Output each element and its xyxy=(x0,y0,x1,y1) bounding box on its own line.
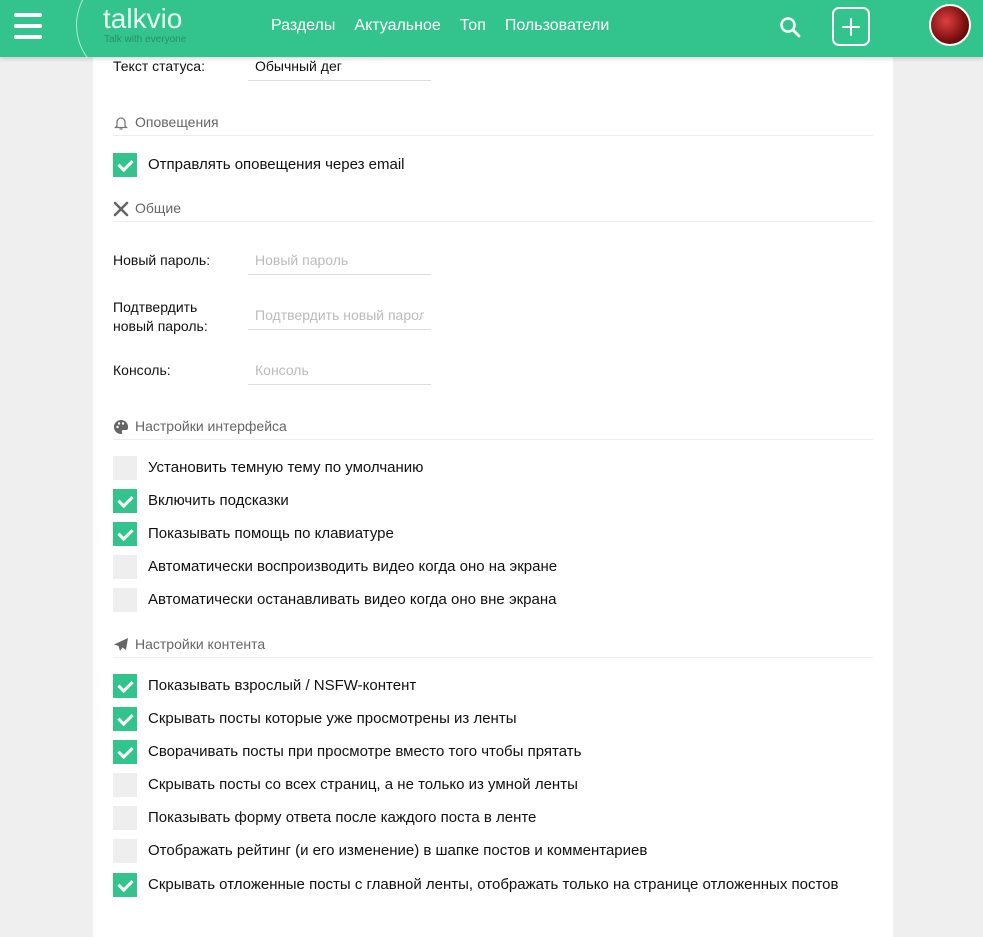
checkbox-checked[interactable] xyxy=(113,153,137,177)
checkbox-label: Скрывать отложенные посты с главной лент… xyxy=(148,876,839,893)
checkbox-row[interactable]: Включить подсказки xyxy=(113,489,853,513)
checkbox-unchecked[interactable] xyxy=(113,839,137,863)
checkbox-unchecked[interactable] xyxy=(113,456,137,480)
checkbox-label: Отправлять оповещения через email xyxy=(148,156,405,173)
checkbox-label: Сворачивать посты при просмотре вместо т… xyxy=(148,743,582,760)
checkbox-label: Показывать форму ответа после каждого по… xyxy=(148,809,537,826)
checkbox-label: Отображать рейтинг (и его изменение) в ш… xyxy=(148,842,648,859)
checkbox-label: Показывать взрослый / NSFW-контент xyxy=(148,677,417,694)
tools-icon xyxy=(113,201,129,217)
checkbox-label: Включить подсказки xyxy=(148,492,289,509)
confirm-password-label: Подтвердить новый пароль: xyxy=(113,299,208,334)
checkbox-label: Скрывать посты которые уже просмотрены и… xyxy=(148,710,517,727)
checkbox-checked[interactable] xyxy=(113,489,137,513)
section-content: Настройки контента xyxy=(113,636,873,658)
checkbox-checked[interactable] xyxy=(113,740,137,764)
new-password-label: Новый пароль: xyxy=(113,252,211,268)
checkbox-row[interactable]: Сворачивать посты при просмотре вместо т… xyxy=(113,740,853,764)
menu-icon[interactable] xyxy=(14,13,42,39)
checkbox-row[interactable]: Скрывать отложенные посты с главной лент… xyxy=(113,873,853,897)
bell-icon xyxy=(113,117,129,130)
checkbox-row[interactable]: Показывать взрослый / NSFW-контент xyxy=(113,674,853,698)
create-post-button[interactable] xyxy=(832,7,870,46)
checkbox-row[interactable]: Скрывать посты которые уже просмотрены и… xyxy=(113,707,853,731)
nav-sections[interactable]: Разделы xyxy=(271,17,335,35)
checkbox-row[interactable]: Автоматически останавливать видео когда … xyxy=(113,588,853,612)
top-header: talkvio Talk with everyone Разделы Актуа… xyxy=(0,0,983,58)
checkbox-label: Установить темную тему по умолчанию xyxy=(148,459,424,476)
section-interface: Настройки интерфейса xyxy=(113,418,873,440)
checkbox-row[interactable]: Показывать помощь по клавиатуре xyxy=(113,522,853,546)
nav-users[interactable]: Пользователи xyxy=(505,17,609,35)
status-input[interactable] xyxy=(248,58,431,81)
section-notifications: Оповещения xyxy=(113,114,873,136)
checkbox-unchecked[interactable] xyxy=(113,806,137,830)
checkbox-label: Скрывать посты со всех страниц, а не тол… xyxy=(148,776,578,793)
checkbox-checked[interactable] xyxy=(113,674,137,698)
checkbox-checked[interactable] xyxy=(113,522,137,546)
search-icon[interactable] xyxy=(779,16,801,38)
palette-icon xyxy=(114,419,129,434)
checkbox-unchecked[interactable] xyxy=(113,588,137,612)
main-nav: Разделы Актуальное Топ Пользователи xyxy=(271,17,609,35)
checkbox-row[interactable]: Автоматически воспроизводить видео когда… xyxy=(113,555,853,579)
nav-top[interactable]: Топ xyxy=(460,17,486,35)
confirm-password-input[interactable] xyxy=(248,307,431,330)
checkbox-row[interactable]: Установить темную тему по умолчанию xyxy=(113,456,853,480)
checkbox-row[interactable]: Отображать рейтинг (и его изменение) в ш… xyxy=(113,839,853,863)
checkbox-unchecked[interactable] xyxy=(113,555,137,579)
checkbox-checked[interactable] xyxy=(113,873,137,897)
checkbox-label: Автоматически останавливать видео когда … xyxy=(148,591,557,608)
logo[interactable]: talkvio Talk with everyone xyxy=(76,0,216,58)
console-label: Консоль: xyxy=(113,362,171,378)
checkbox-label: Автоматически воспроизводить видео когда… xyxy=(148,558,558,575)
paper-plane-icon xyxy=(114,638,128,651)
checkbox-unchecked[interactable] xyxy=(113,773,137,797)
checkbox-row[interactable]: Отправлять оповещения через email xyxy=(113,153,853,177)
console-input[interactable] xyxy=(248,362,431,385)
new-password-input[interactable] xyxy=(248,252,431,275)
section-general: Общие xyxy=(113,200,873,222)
settings-panel: Текст статуса: Оповещения Отправлять опо… xyxy=(93,57,893,937)
status-label: Текст статуса: xyxy=(113,58,205,74)
checkbox-row[interactable]: Показывать форму ответа после каждого по… xyxy=(113,806,853,830)
nav-trending[interactable]: Актуальное xyxy=(354,17,440,35)
checkbox-checked[interactable] xyxy=(113,707,137,731)
checkbox-row[interactable]: Скрывать посты со всех страниц, а не тол… xyxy=(113,773,853,797)
checkbox-label: Показывать помощь по клавиатуре xyxy=(148,525,394,542)
avatar[interactable] xyxy=(929,4,971,46)
